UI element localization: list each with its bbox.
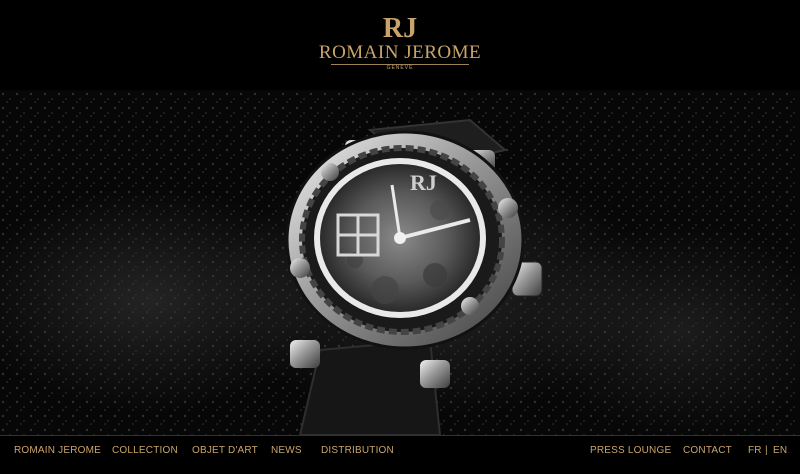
- nav-distribution[interactable]: DISTRIBUTION: [321, 445, 394, 456]
- brand-subline: GENEVE: [386, 65, 414, 71]
- svg-text:RJ: RJ: [383, 13, 417, 42]
- lang-separator: |: [765, 445, 768, 456]
- nav-contact[interactable]: CONTACT: [683, 445, 732, 456]
- rj-monogram-icon: RJ: [383, 13, 417, 42]
- lang-en[interactable]: EN: [773, 445, 787, 456]
- svg-text:RJ: RJ: [410, 170, 437, 195]
- nav-collection[interactable]: COLLECTION: [112, 445, 178, 456]
- nav-news[interactable]: NEWS: [271, 445, 302, 456]
- nav-romain-jerome[interactable]: ROMAIN JEROME: [14, 445, 101, 456]
- brand-logo[interactable]: RJ ROMAIN JEROME GENEVE: [300, 10, 500, 72]
- luxury-watch-image: RJ: [0, 90, 800, 435]
- nav-press-lounge[interactable]: PRESS LOUNGE: [590, 445, 671, 456]
- logo-divider: [331, 64, 469, 65]
- brand-name: ROMAIN JEROME: [318, 42, 482, 63]
- site-header: RJ ROMAIN JEROME GENEVE: [0, 0, 800, 90]
- lang-fr[interactable]: FR: [748, 445, 762, 456]
- main-navigation: ROMAIN JEROME COLLECTION OBJET D'ART NEW…: [0, 435, 800, 474]
- nav-objet-dart[interactable]: OBJET D'ART: [192, 445, 258, 456]
- hero-banner: RJ: [0, 90, 800, 435]
